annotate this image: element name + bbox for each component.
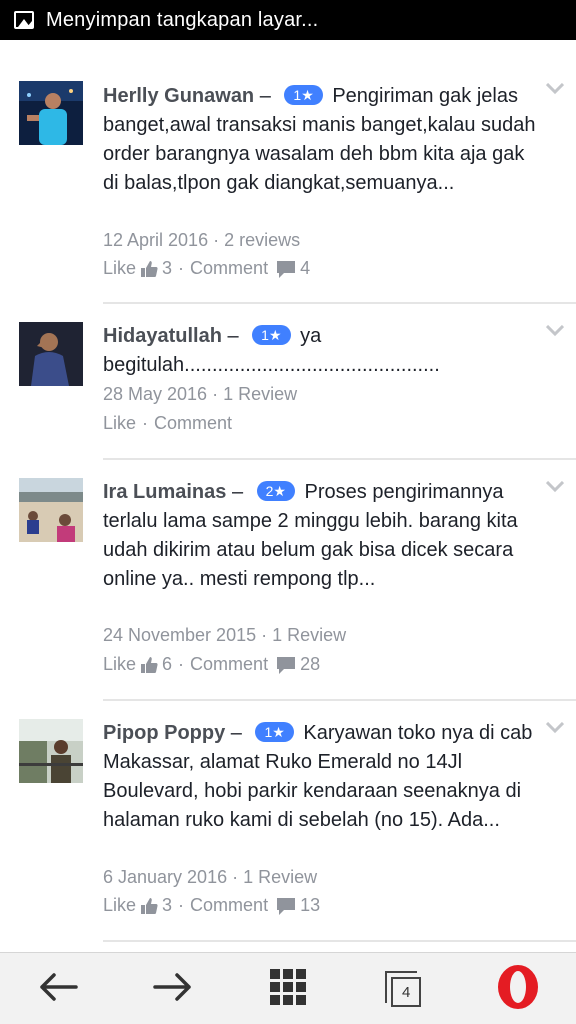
grid-icon: [269, 968, 306, 1009]
action-separator: ·: [142, 413, 149, 433]
comment-button[interactable]: Comment: [190, 258, 268, 279]
review-meta[interactable]: 28 May 2016 · 1 Review: [103, 384, 297, 405]
comment-count: 4: [300, 258, 311, 278]
action-separator: ·: [178, 258, 185, 278]
divider: [103, 699, 576, 701]
review-meta[interactable]: 24 November 2015 · 1 Review: [103, 625, 346, 646]
avatar[interactable]: [19, 719, 83, 783]
review-actions: Like · Comment: [103, 413, 232, 434]
comment-icon: [276, 896, 296, 916]
chevron-down-icon[interactable]: [545, 80, 565, 96]
thumbs-up-icon: [140, 260, 158, 278]
rating-badge: 1★: [252, 325, 291, 345]
action-separator: ·: [178, 654, 185, 674]
tabs-count: 4: [401, 983, 411, 1001]
review-text: Herlly Gunawan – 1★ Pengiriman gak jelas…: [103, 82, 543, 198]
review-text: Hidayatullah – 1★ ya begitulah..........…: [103, 322, 543, 380]
opera-menu-button[interactable]: [478, 953, 558, 1024]
reviewer-name[interactable]: Hidayatullah: [103, 325, 222, 347]
back-button[interactable]: [18, 953, 98, 1024]
reviewer-name[interactable]: Pipop Poppy: [103, 722, 225, 744]
review-text: Pipop Poppy – 1★ Karyawan toko nya di ca…: [103, 719, 543, 835]
comment-button[interactable]: Comment: [190, 654, 268, 675]
comment-button[interactable]: Comment: [190, 895, 268, 916]
arrow-right-icon: [153, 972, 193, 1006]
comment-icon: [276, 259, 296, 279]
avatar[interactable]: [19, 322, 83, 386]
dash-separator: –: [230, 722, 242, 744]
chevron-down-icon[interactable]: [545, 322, 565, 338]
status-bar: Menyimpan tangkapan layar...: [0, 0, 576, 40]
reviewer-name[interactable]: Herlly Gunawan: [103, 85, 254, 107]
avatar[interactable]: [19, 478, 83, 542]
arrow-left-icon: [38, 972, 78, 1006]
dash-separator: –: [231, 481, 244, 503]
divider: [103, 458, 576, 460]
rating-badge: 1★: [255, 722, 294, 742]
comment-icon: [276, 655, 296, 675]
forward-button[interactable]: [133, 953, 213, 1024]
like-button[interactable]: Like: [103, 895, 136, 916]
like-button[interactable]: Like: [103, 654, 136, 675]
like-count: 3: [162, 895, 173, 915]
chevron-down-icon[interactable]: [545, 719, 565, 735]
thumbs-up-icon: [140, 656, 158, 674]
comment-count: 13: [300, 895, 321, 915]
review-text: Ira Lumainas – 2★ Proses pengirimannya t…: [103, 478, 543, 594]
image-icon: [14, 11, 34, 29]
like-button[interactable]: Like: [103, 413, 136, 434]
review-meta[interactable]: 6 January 2016 · 1 Review: [103, 867, 317, 888]
like-button[interactable]: Like: [103, 258, 136, 279]
divider: [103, 302, 576, 304]
dash-separator: –: [259, 85, 271, 107]
review-actions: Like 3 · Comment 13: [103, 895, 320, 916]
bottom-nav-bar: 4: [0, 952, 576, 1024]
thumbs-up-icon: [140, 897, 158, 915]
comment-count: 28: [300, 654, 321, 674]
like-count: 3: [162, 258, 173, 278]
avatar[interactable]: [19, 81, 83, 145]
speed-dial-button[interactable]: [248, 953, 328, 1024]
tabs-button[interactable]: 4: [363, 953, 443, 1024]
status-bar-title: Menyimpan tangkapan layar...: [46, 8, 319, 31]
opera-logo-icon: [496, 963, 540, 1015]
comment-button[interactable]: Comment: [154, 413, 232, 434]
dash-separator: –: [227, 325, 239, 347]
review-actions: Like 3 · Comment 4: [103, 258, 310, 279]
action-separator: ·: [178, 895, 185, 915]
like-count: 6: [162, 654, 173, 674]
reviewer-name[interactable]: Ira Lumainas: [103, 481, 226, 503]
rating-badge: 2★: [256, 481, 295, 501]
chevron-down-icon[interactable]: [545, 478, 565, 494]
review-meta[interactable]: 12 April 2016 · 2 reviews: [103, 230, 300, 251]
tabs-icon: 4: [385, 970, 422, 1007]
divider: [103, 940, 576, 942]
rating-badge: 1★: [284, 85, 323, 105]
review-actions: Like 6 · Comment 28: [103, 654, 320, 675]
